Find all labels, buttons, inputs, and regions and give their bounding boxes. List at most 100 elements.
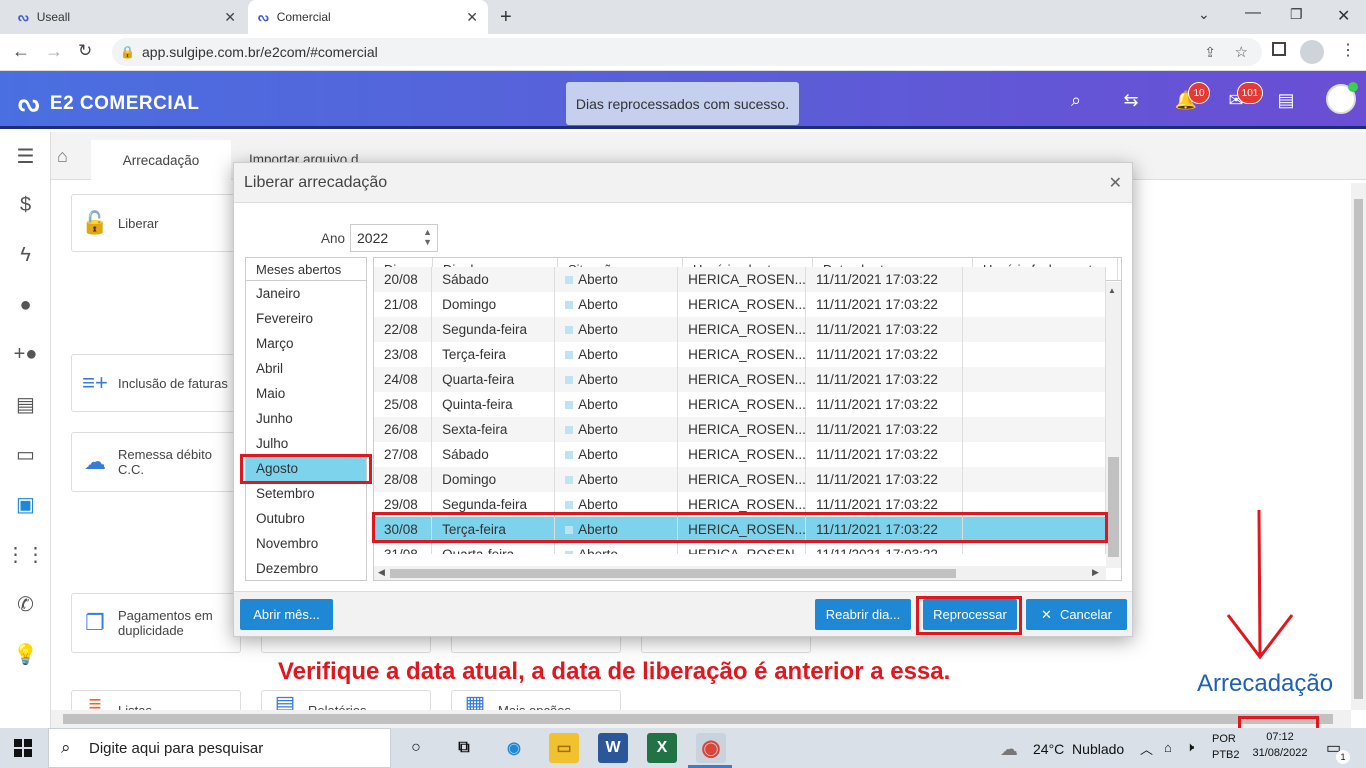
table-row[interactable]: 20/08 Sábado Aberto HERICA_ROSEN... 11/11/20… [374, 267, 1106, 292]
close-icon[interactable]: ✕ [224, 9, 236, 26]
card-remessa-debito[interactable]: ☁ Remessa débito C.C. [71, 432, 241, 492]
cell-usuario-fechamento [963, 292, 1106, 317]
month-item[interactable]: Janeiro [246, 281, 366, 306]
table-row[interactable]: 24/08 Quarta-feira Aberto HERICA_ROSEN... 11… [374, 367, 1106, 392]
message-icon[interactable]: ▤ [0, 384, 51, 424]
task-view-icon[interactable]: ⧉ [449, 733, 479, 763]
word-icon[interactable]: W [598, 733, 628, 763]
tab-useall[interactable]: ᔓ Useall ✕ [8, 0, 246, 34]
forward-icon[interactable]: → [45, 41, 63, 62]
search-icon[interactable]: ⌕ [1063, 87, 1089, 113]
table-row[interactable]: 31/08Quarta-feira Aberto HERICA_ROSEN...11… [374, 542, 1106, 554]
switch-icon[interactable]: ⇆ [1118, 87, 1144, 113]
spinner-icon[interactable]: ▲ ▼ [423, 227, 432, 247]
scroll-thumb[interactable] [390, 569, 956, 578]
app-logo[interactable]: ᔓ E2 COMERCIAL [18, 89, 199, 118]
volume-icon[interactable]: 🕨 [1186, 739, 1194, 755]
month-item[interactable]: Abril [246, 356, 366, 381]
scroll-left-icon[interactable]: ◀ [378, 567, 385, 578]
scroll-thumb[interactable] [1354, 199, 1363, 699]
table-row[interactable]: 26/08 Sexta-feira Aberto HERICA_ROSEN... 11/… [374, 417, 1106, 442]
dollar-icon[interactable]: $ [0, 185, 51, 225]
bolt-icon[interactable]: ϟ [0, 235, 51, 275]
month-item[interactable]: Fevereiro [246, 306, 366, 331]
card-mais-opcoes[interactable]: ▦ Mais opções [451, 690, 621, 712]
star-icon[interactable]: ☆ [1235, 43, 1248, 61]
month-item[interactable]: Março [246, 331, 366, 356]
table-row[interactable]: 23/08 Terça-feira Aberto HERICA_ROSEN... 11/… [374, 342, 1106, 367]
table-row[interactable]: 22/08 Segunda-feira Aberto HERICA_ROSEN... 1… [374, 317, 1106, 342]
windows-start-icon[interactable] [14, 739, 32, 757]
tray-chevron-icon[interactable]: ︿ [1140, 739, 1153, 758]
add-user-icon[interactable]: +● [0, 334, 51, 374]
vertical-scrollbar[interactable] [1351, 183, 1366, 710]
table-row[interactable]: 28/08 Domingo Aberto HERICA_ROSEN... 11/11/2… [374, 467, 1106, 492]
month-item[interactable]: Dezembro [246, 556, 366, 581]
month-item[interactable]: Setembro [246, 481, 366, 506]
card-icon[interactable]: ▭ [0, 434, 51, 474]
language-indicator[interactable]: POR PTB2 [1212, 733, 1240, 761]
chevron-down-icon[interactable]: ⌄ [1198, 6, 1210, 23]
clock[interactable]: 07:12 31/08/2022 [1244, 731, 1316, 759]
scroll-up-icon[interactable]: ▲ [1108, 286, 1116, 295]
card-relatorios[interactable]: ▤ Relatórios [261, 690, 431, 712]
url-field[interactable]: 🔒 app.sulgipe.com.br/e2com/#comercial ⇪ … [112, 38, 1262, 66]
reopen-day-button[interactable]: Reabrir dia... [815, 599, 911, 630]
excel-icon[interactable]: X [647, 733, 677, 763]
scroll-thumb[interactable] [1108, 457, 1119, 557]
table-row[interactable]: 21/08 Domingo Aberto HERICA_ROSEN... 11/11/2… [374, 292, 1106, 317]
edge-icon[interactable]: ◉ [499, 733, 529, 763]
chrome-icon[interactable]: ◉ [696, 733, 726, 763]
card-liberar[interactable]: 🔓 Liberar [71, 194, 241, 252]
taskbar-search[interactable]: ⌕ Digite aqui para pesquisar [48, 728, 391, 768]
status-text: Aberto [578, 547, 618, 554]
new-tab-icon[interactable]: + [500, 6, 512, 29]
network-icon[interactable]: ⌂ [1164, 740, 1172, 755]
grid-vscrollbar[interactable]: ▲ [1106, 282, 1121, 568]
lock-icon: 🔒 [120, 45, 135, 59]
table-row[interactable]: 25/08 Quinta-feira Aberto HERICA_ROSEN... 11… [374, 392, 1106, 417]
reload-icon[interactable]: ↻ [78, 41, 92, 61]
back-icon[interactable]: ← [12, 41, 30, 62]
year-stepper[interactable]: 2022 ▲ ▼ [350, 224, 438, 252]
window-close-icon[interactable]: ✕ [1337, 6, 1350, 26]
status-dot-icon [565, 501, 574, 509]
user-icon[interactable]: ● [0, 285, 51, 325]
weather-text[interactable]: 24°C Nublado [1033, 741, 1124, 757]
network-icon[interactable]: ⋮⋮ [0, 534, 51, 574]
minimize-icon[interactable]: — [1245, 4, 1261, 22]
tab-arrecadacao[interactable]: Arrecadação [91, 140, 231, 181]
phone-icon[interactable]: ✆ [0, 584, 51, 624]
card-pagamentos-duplicidade[interactable]: ❐ Pagamentos em duplicidade [71, 593, 241, 653]
restore-icon[interactable]: ❐ [1290, 6, 1303, 23]
profile-icon[interactable] [1300, 40, 1324, 64]
cancel-button[interactable]: ✕ Cancelar [1026, 599, 1127, 630]
month-item[interactable]: Maio [246, 381, 366, 406]
lightbulb-icon[interactable]: 💡 [0, 634, 51, 674]
share-icon[interactable]: ⇪ [1204, 44, 1216, 61]
menu-dots-icon[interactable]: ⋮ [1340, 40, 1356, 60]
card-inclusao-faturas[interactable]: ≡+ Inclusão de faturas [71, 354, 241, 412]
close-icon[interactable]: ✕ [1109, 173, 1122, 193]
cell-situacao: Aberto [555, 442, 679, 467]
scroll-right-icon[interactable]: ▶ [1092, 567, 1099, 578]
cortana-icon[interactable]: ○ [401, 733, 431, 763]
sidepanel-icon[interactable] [1272, 42, 1286, 56]
card-listas[interactable]: ≡ Listas [71, 690, 241, 712]
month-item[interactable]: Julho [246, 431, 366, 456]
money-icon[interactable]: ▣ [0, 484, 51, 524]
grid-hscrollbar[interactable]: ◀ ▶ [374, 566, 1106, 580]
file-explorer-icon[interactable]: ▭ [549, 733, 579, 763]
chat-icon[interactable]: ▤ [1273, 87, 1299, 113]
close-icon[interactable]: ✕ [466, 9, 478, 26]
month-item[interactable]: Junho [246, 406, 366, 431]
table-row[interactable]: 27/08 Sábado Aberto HERICA_ROSEN... 11/11/20… [374, 442, 1106, 467]
month-item[interactable]: Novembro [246, 531, 366, 556]
hamburger-icon[interactable]: ☰ [0, 136, 51, 176]
scroll-thumb[interactable] [63, 714, 1333, 724]
month-item[interactable]: Outubro [246, 506, 366, 531]
horizontal-scrollbar[interactable] [51, 710, 1351, 728]
tab-comercial[interactable]: ᔓ Comercial ✕ [248, 0, 488, 34]
open-month-button[interactable]: Abrir mês... [240, 599, 333, 630]
home-icon[interactable]: ⌂ [57, 146, 68, 167]
